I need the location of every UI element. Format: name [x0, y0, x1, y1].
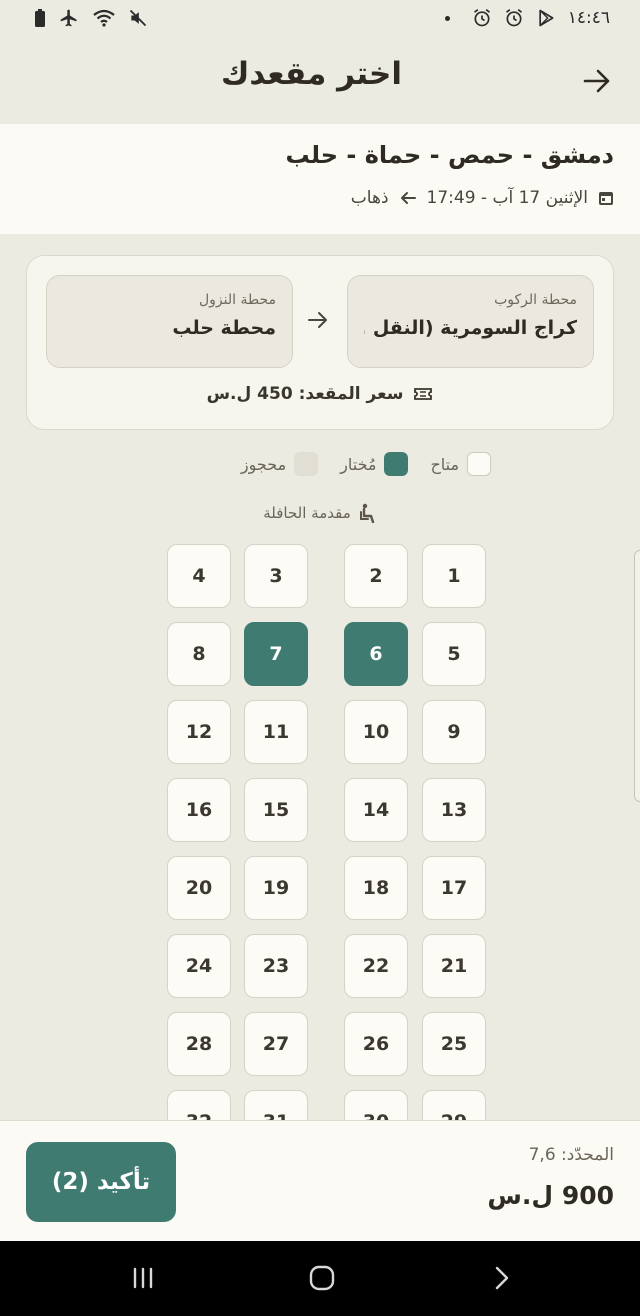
home-button[interactable]: [309, 1265, 335, 1295]
dropoff-station-selector[interactable]: محطة النزول محطة حلب: [46, 275, 293, 368]
seat-price-row: سعر المقعد: 450 ل.س: [27, 384, 613, 404]
page-title: اختر مقعدك: [220, 56, 402, 92]
seat[interactable]: 26: [344, 1012, 408, 1076]
seat[interactable]: 17: [422, 856, 486, 920]
bus-front-text: مقدمة الحافلة: [263, 504, 351, 522]
boarding-station-selector[interactable]: محطة الركوب كراج السومرية (النقل ...: [347, 275, 594, 368]
boarding-label: محطة الركوب: [494, 292, 577, 308]
seat[interactable]: 14: [344, 778, 408, 842]
selected-swatch: [384, 452, 409, 476]
bus-front-label: مقدمة الحافلة: [0, 500, 640, 526]
home-icon: [309, 1265, 335, 1291]
seat[interactable]: 13: [422, 778, 486, 842]
status-bar: ١٤:٤٦: [0, 0, 640, 36]
seat[interactable]: 24: [167, 934, 231, 998]
seat[interactable]: 25: [422, 1012, 486, 1076]
seat[interactable]: 21: [422, 934, 486, 998]
seat[interactable]: 20: [167, 856, 231, 920]
seat[interactable]: 27: [244, 1012, 308, 1076]
route-title: دمشق - حمص - حماة - حلب: [285, 141, 614, 169]
airplane-mode-icon: [60, 9, 77, 27]
station-card: محطة الركوب كراج السومرية (النقل ... محط…: [26, 255, 614, 430]
seat[interactable]: 5: [422, 622, 486, 686]
seat-price: سعر المقعد: 450 ل.س: [206, 384, 404, 404]
available-swatch: [467, 452, 492, 476]
status-icons-right: ١٤:٤٦: [444, 8, 610, 28]
play-store-icon: [539, 9, 554, 27]
system-nav-bar: [0, 1241, 640, 1316]
booking-footer: تأكيد (2) المحدّد: 7,6 900 ل.س: [0, 1120, 640, 1241]
wifi-icon: [93, 9, 115, 27]
dot-indicator: [444, 15, 450, 21]
legend-selected-label: مُختار: [340, 454, 377, 474]
ticket-icon: [414, 388, 433, 400]
seat[interactable]: 18: [344, 856, 408, 920]
recents-button[interactable]: [130, 1265, 156, 1295]
trip-datetime: الإثنين 17 آب - 17:49: [426, 188, 588, 208]
dropoff-label: محطة النزول: [198, 292, 276, 308]
seat-icon: [359, 503, 374, 523]
legend-booked: محجوز: [240, 452, 319, 476]
battery-icon: [35, 9, 45, 27]
seat[interactable]: 22: [344, 934, 408, 998]
seat[interactable]: 19: [244, 856, 308, 920]
alarm-icon-2: [505, 9, 522, 27]
arrow-left-icon: [400, 192, 416, 204]
seat-selected[interactable]: 6: [344, 622, 408, 686]
seat[interactable]: 1: [422, 544, 486, 608]
booked-swatch: [294, 452, 319, 476]
seat-selected[interactable]: 7: [244, 622, 308, 686]
confirm-button[interactable]: تأكيد (2): [26, 1142, 176, 1222]
recents-icon: [133, 1267, 153, 1289]
seat[interactable]: 15: [244, 778, 308, 842]
legend-booked-label: محجوز: [240, 454, 287, 474]
calendar-icon: [599, 192, 613, 205]
seat[interactable]: 8: [167, 622, 231, 686]
trip-header: دمشق - حمص - حماة - حلب الإثنين 17 آب - …: [0, 124, 640, 234]
dropoff-value: محطة حلب: [172, 317, 276, 339]
seat[interactable]: 9: [422, 700, 486, 764]
mute-icon: [129, 9, 147, 27]
back-button[interactable]: [580, 64, 614, 98]
arrow-right-icon: [583, 69, 610, 93]
seat[interactable]: 23: [244, 934, 308, 998]
system-back-button[interactable]: [492, 1265, 512, 1295]
boarding-value: كراج السومرية (النقل ...: [364, 317, 577, 339]
trip-direction: ذهاب: [350, 188, 389, 208]
seat[interactable]: 16: [167, 778, 231, 842]
seat-map: 1 2 3 4 5 6 7 8 9 10 11 12 13 14 15 16 17 18 19 20 21 22 23 24 2…: [0, 530, 640, 1120]
seat[interactable]: 30: [344, 1090, 408, 1120]
seat-legend: متاح مُختار محجوز: [0, 450, 640, 478]
total-price: 900 ل.س: [487, 1181, 614, 1210]
station-arrow-icon: [307, 310, 329, 334]
app-bar: اختر مقعدك: [0, 36, 640, 124]
seat[interactable]: 2: [344, 544, 408, 608]
seat[interactable]: 12: [167, 700, 231, 764]
back-icon: [495, 1266, 509, 1290]
legend-available-label: متاح: [430, 454, 460, 474]
seat[interactable]: 4: [167, 544, 231, 608]
seat[interactable]: 29: [422, 1090, 486, 1120]
seat[interactable]: 11: [244, 700, 308, 764]
trip-meta: الإثنين 17 آب - 17:49 ذهاب: [351, 188, 614, 208]
seat[interactable]: 10: [344, 700, 408, 764]
status-time: ١٤:٤٦: [567, 8, 610, 28]
seat[interactable]: 32: [167, 1090, 231, 1120]
side-scroll-handle[interactable]: [634, 550, 640, 802]
legend-selected: مُختار: [340, 452, 409, 476]
status-icons-left: [34, 8, 148, 28]
seat[interactable]: 3: [244, 544, 308, 608]
legend-available: متاح: [430, 452, 492, 476]
selected-seats-label: المحدّد: 7,6: [528, 1145, 614, 1165]
seat[interactable]: 28: [167, 1012, 231, 1076]
alarm-icon: [473, 9, 490, 27]
seat[interactable]: 31: [244, 1090, 308, 1120]
